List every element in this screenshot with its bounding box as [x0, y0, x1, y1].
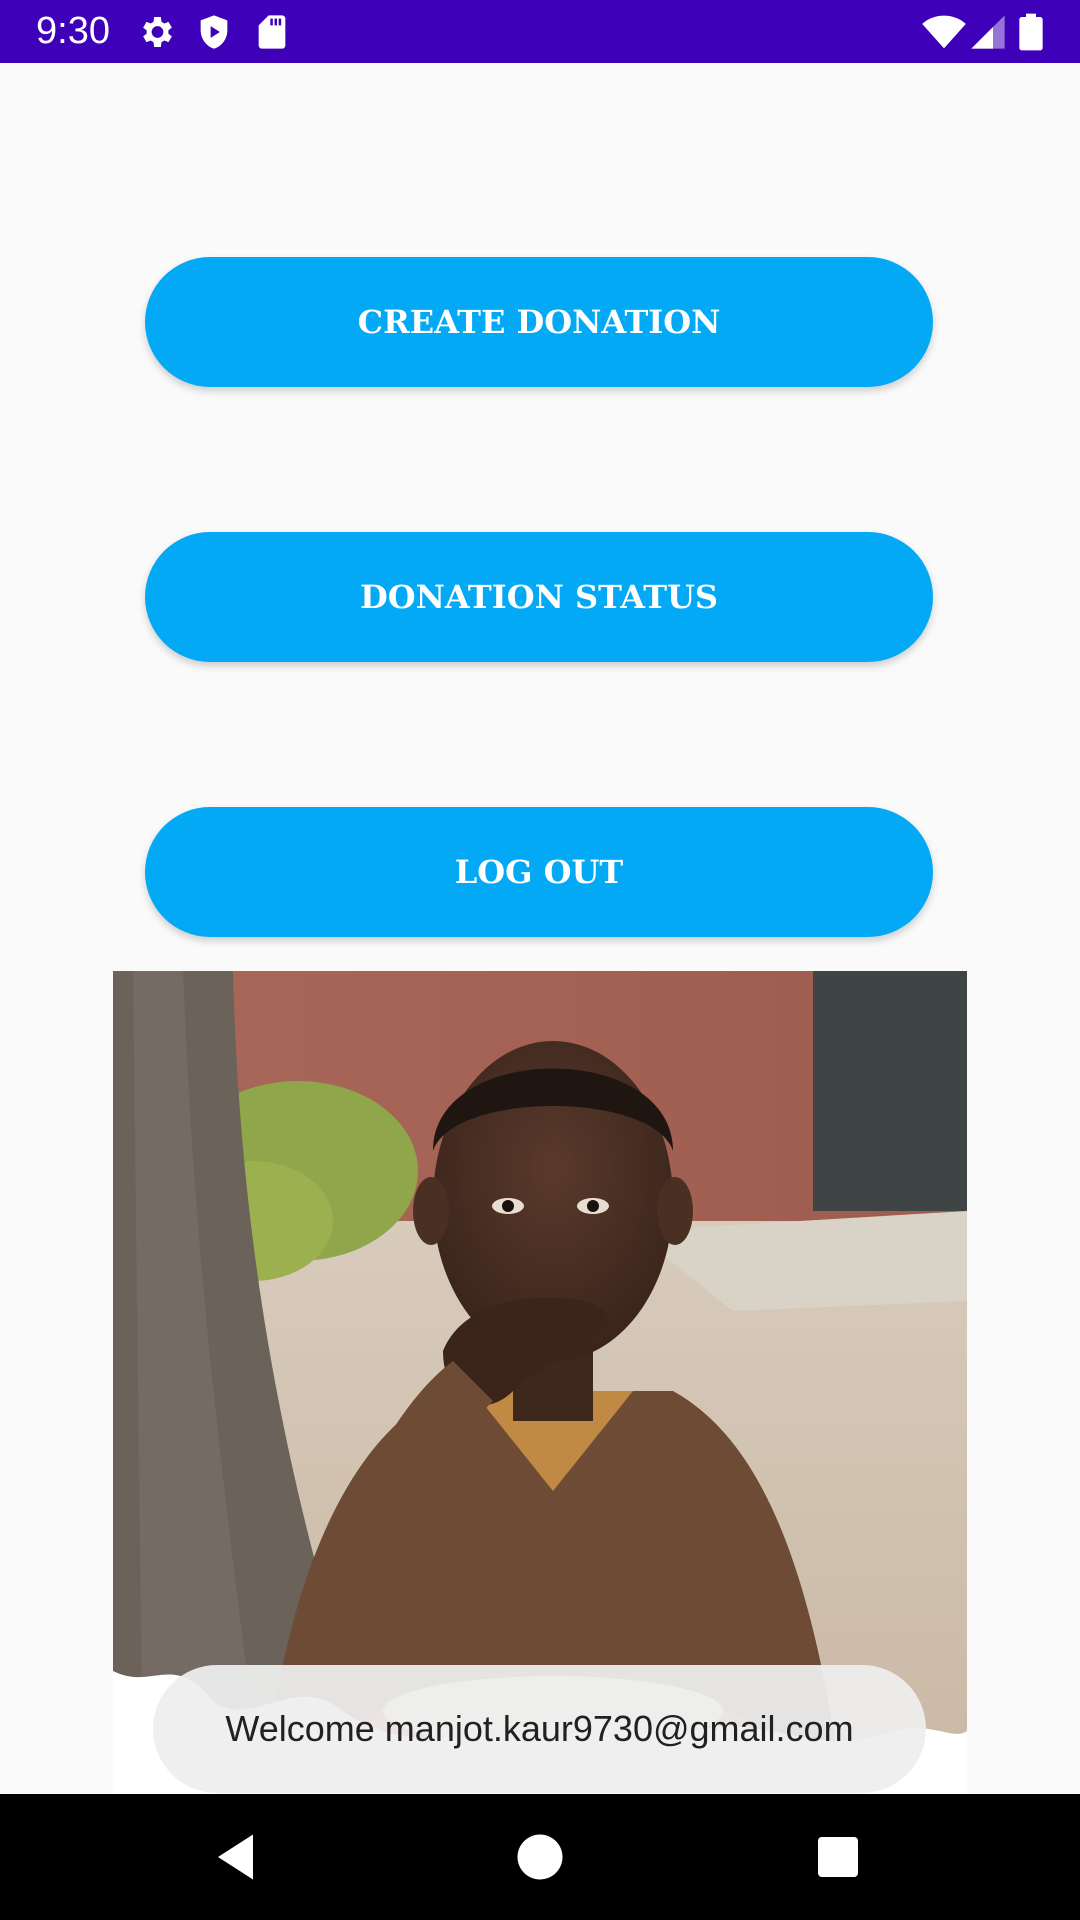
home-icon[interactable] [510, 1827, 570, 1887]
welcome-toast: Welcome manjot.kaur9730@gmail.com [153, 1665, 926, 1793]
create-donation-button[interactable]: CREATE DONATION [145, 257, 933, 387]
log-out-button[interactable]: LOG OUT [145, 807, 933, 937]
status-bar: 9:30 [0, 0, 1080, 63]
shield-play-icon [200, 15, 228, 49]
signal-icon [971, 15, 1005, 49]
main-content: CREATE DONATION DONATION STATUS LOG OUT [0, 63, 1080, 1794]
battery-icon [1019, 13, 1043, 51]
wifi-icon [922, 15, 966, 49]
sd-card-icon [258, 15, 286, 49]
gear-icon [143, 17, 172, 47]
navigation-bar [0, 1794, 1080, 1920]
back-icon[interactable] [208, 1827, 268, 1887]
donation-status-button[interactable]: DONATION STATUS [145, 532, 933, 662]
status-time: 9:30 [36, 10, 110, 52]
recents-icon[interactable] [808, 1827, 868, 1887]
